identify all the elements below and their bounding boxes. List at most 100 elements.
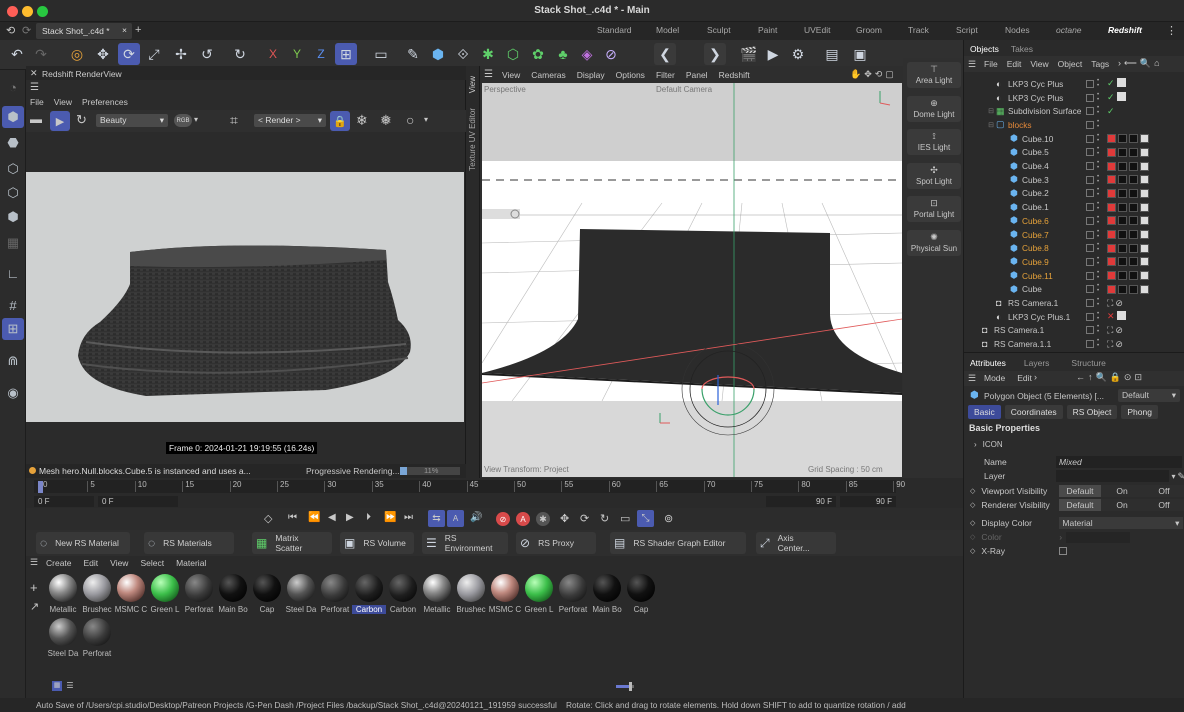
close-panel-icon[interactable]: ✕ — [30, 68, 38, 79]
point-mode-icon[interactable]: ⬡ — [2, 158, 24, 180]
layer-checkbox[interactable] — [1086, 79, 1094, 88]
check-icon[interactable]: ✓ — [1107, 92, 1115, 103]
render-active-icon[interactable]: ▶ — [762, 43, 784, 65]
go-to-end-icon[interactable]: ⏭ — [404, 512, 413, 523]
workspace-tab-uvedit[interactable]: UVEdit — [804, 25, 830, 35]
material-swatch[interactable]: Cap — [624, 572, 658, 618]
rs-shader-graph-editor-button[interactable]: ▤ RS Shader Graph Editor — [610, 532, 746, 554]
attr-more-icon[interactable]: › — [1034, 372, 1037, 382]
texture-tag-icon[interactable] — [1118, 188, 1127, 198]
layer-pick-icon[interactable]: ✎ — [1177, 471, 1184, 482]
redo-icon[interactable]: ↷ — [30, 43, 52, 65]
selection-tool-icon[interactable]: ◎ — [66, 43, 88, 65]
rs-proxy-button[interactable]: ⊘ RS Proxy — [516, 532, 596, 554]
material-swatch[interactable]: Carbon — [386, 572, 420, 618]
lock-icon[interactable]: 🔒 — [330, 111, 350, 131]
material-swatch[interactable]: Green L — [522, 572, 556, 618]
texture-tag-icon[interactable] — [1129, 161, 1138, 171]
y-axis-toggle[interactable]: Y — [286, 43, 308, 65]
material-swatch[interactable]: Metallic — [46, 572, 80, 618]
list-view-icon[interactable]: ☰ — [65, 681, 75, 691]
texture-tag-icon[interactable] — [1129, 175, 1138, 185]
object-row[interactable]: ⬢ Cube.3 • • — [964, 173, 1184, 187]
texture-tag-icon[interactable] — [1140, 284, 1149, 294]
param-key-icon[interactable]: ▭ — [620, 512, 630, 525]
visibility-dots[interactable]: • • — [1097, 256, 1103, 267]
object-row[interactable]: ⊟ ▢ blocks • • — [964, 118, 1184, 132]
visibility-dots[interactable]: • • — [1097, 92, 1103, 103]
attributes-subtab-phong[interactable]: Phong — [1121, 405, 1158, 419]
material-menu-select[interactable]: Select — [140, 558, 164, 568]
bake-icon[interactable]: ❅ — [380, 112, 392, 129]
uv-editor-side-tab[interactable]: Texture UV Editor — [468, 108, 477, 171]
viewport-menu-redshift[interactable]: Redshift — [719, 70, 750, 80]
thumbnail-size-slider[interactable] — [616, 682, 634, 691]
go-to-start-icon[interactable]: ⏮ — [288, 512, 297, 523]
attr-nav-icons[interactable]: ←↑🔍🔒⊙⊡ — [1076, 372, 1145, 383]
material-tag-icon[interactable] — [1107, 230, 1116, 240]
material-menu-icon[interactable]: ☰ — [30, 557, 38, 568]
layer-checkbox[interactable] — [1086, 120, 1094, 129]
viewport-nav-icons[interactable]: ✋✥⟲▢ — [850, 69, 897, 80]
visibility-dots[interactable]: • • — [1097, 160, 1103, 171]
texture-tag-icon[interactable] — [1140, 243, 1149, 253]
object-row[interactable]: ⬢ Cube.10 • • — [964, 132, 1184, 146]
workspace-tab-redshift[interactable]: Redshift — [1108, 25, 1142, 35]
object-row[interactable]: ⬢ Cube.8 • • — [964, 241, 1184, 255]
render-queue-icon[interactable]: ▤ — [821, 43, 843, 65]
deformer-icon[interactable]: ✱ — [477, 43, 499, 65]
object-row[interactable]: ◐ LKP3 Cyc Plus.1 • • ✕ — [964, 310, 1184, 324]
play-icon[interactable]: ▶ — [346, 512, 354, 523]
picture-viewer-icon[interactable]: ▣ — [849, 43, 871, 65]
layer-checkbox[interactable] — [1086, 340, 1094, 349]
move-tool-icon[interactable]: ✥ — [92, 43, 114, 65]
texture-mode-icon[interactable]: ⬣ — [2, 132, 24, 154]
field-icon[interactable]: ⬡ — [502, 43, 524, 65]
objects-menu-object[interactable]: Object — [1058, 59, 1083, 69]
attributes-tab-layers[interactable]: Layers — [1024, 358, 1050, 368]
objects-menu-edit[interactable]: Edit — [1007, 59, 1022, 69]
texture-tag-icon[interactable] — [1140, 175, 1149, 185]
material-swatch[interactable]: Cap — [250, 572, 284, 618]
viewport-canvas[interactable] — [481, 83, 903, 477]
material-swatch[interactable]: Perforat — [80, 616, 114, 662]
layer-checkbox[interactable] — [1086, 285, 1094, 294]
workspace-tab-track[interactable]: Track — [908, 25, 929, 35]
playhead[interactable] — [38, 481, 43, 493]
layer-checkbox[interactable] — [1086, 230, 1094, 239]
name-field[interactable]: Mixed — [1056, 456, 1182, 468]
texture-tag-icon[interactable] — [1129, 243, 1138, 253]
layer-checkbox[interactable] — [1086, 148, 1094, 157]
keyframe-icon[interactable]: ◇ — [970, 533, 975, 541]
viewport-side-tab[interactable]: View — [468, 76, 477, 93]
object-row[interactable]: ◐ LKP3 Cyc Plus • • ✓ — [964, 77, 1184, 91]
uv-mode-icon[interactable]: ▦ — [2, 232, 24, 254]
material-tag-icon[interactable] — [1107, 161, 1116, 171]
refresh-render-icon[interactable]: ↻ — [76, 112, 87, 128]
material-tag-icon[interactable] — [1107, 134, 1116, 144]
texture-tag-icon[interactable] — [1118, 230, 1127, 240]
render-image[interactable] — [26, 172, 464, 422]
camera-target-icon[interactable]: ⛶ — [1107, 339, 1113, 350]
viewport-menu-view[interactable]: View — [502, 70, 520, 80]
options-circle-icon[interactable]: ○ — [406, 112, 414, 128]
camera-primitive-icon[interactable]: ◈ — [576, 43, 598, 65]
pla-key-icon[interactable]: ⤡ — [637, 510, 654, 527]
visibility-dots[interactable]: • • — [1097, 105, 1103, 116]
freeze-icon[interactable]: ❄ — [356, 112, 368, 129]
visibility-dots[interactable]: • • — [1097, 242, 1103, 253]
transform-tool-icon[interactable]: ✢ — [170, 43, 192, 65]
visibility-option-off[interactable]: Off — [1143, 485, 1184, 497]
scale-key-icon[interactable]: ⟳ — [580, 512, 589, 525]
object-row[interactable]: ◘ RS Camera.1.1 • • ⛶ ⊘ — [964, 337, 1184, 351]
camera-target-icon[interactable]: ⛶ — [1107, 325, 1113, 336]
texture-tag-icon[interactable] — [1118, 147, 1127, 157]
visibility-dots[interactable]: • • — [1097, 283, 1103, 294]
viewport-menu-options[interactable]: Options — [616, 70, 645, 80]
viewport-menu-display[interactable]: Display — [577, 70, 605, 80]
material-menu-material[interactable]: Material — [176, 558, 206, 568]
phong-tag-icon[interactable] — [1116, 92, 1126, 102]
material-tag-icon[interactable] — [1107, 202, 1116, 212]
material-swatch[interactable]: Perforat — [318, 572, 352, 618]
texture-tag-icon[interactable] — [1118, 271, 1127, 281]
